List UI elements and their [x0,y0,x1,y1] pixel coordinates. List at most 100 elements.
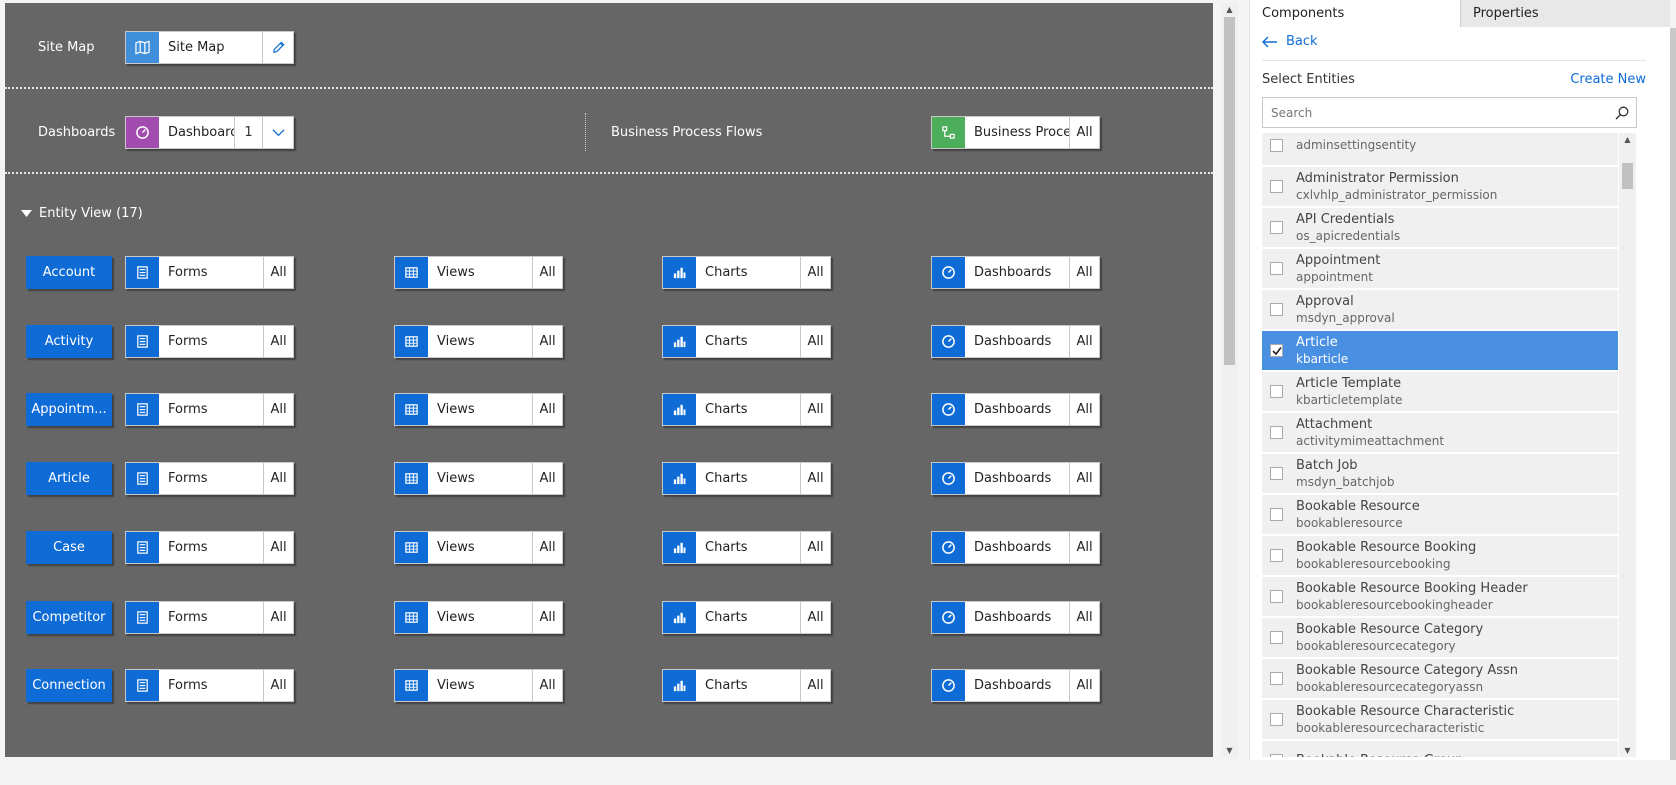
entity-list-item[interactable]: Batch Job msdyn_batchjob [1262,454,1618,495]
scroll-down-icon[interactable]: ▼ [1619,746,1636,755]
views-tile[interactable]: Views All [394,256,563,289]
bpf-tile[interactable]: Business Proces... All [931,116,1100,149]
entity-checkbox[interactable] [1270,754,1283,757]
forms-all[interactable]: All [263,532,293,563]
bpf-all[interactable]: All [1069,117,1099,148]
entity-checkbox[interactable] [1270,549,1283,562]
dashboards-all[interactable]: All [1069,602,1099,633]
entity-checkbox[interactable] [1270,385,1283,398]
dashboards-all[interactable]: All [1069,326,1099,357]
entity-button[interactable]: Activity [26,325,112,358]
charts-tile[interactable]: Charts All [662,325,831,358]
dashboards-tile[interactable]: Dashboards All [931,669,1100,702]
views-all[interactable]: All [532,463,562,494]
views-all[interactable]: All [532,532,562,563]
entity-list-item[interactable]: Bookable Resource Group [1262,741,1618,757]
dashboards-tile[interactable]: Dashboards All [931,256,1100,289]
charts-tile[interactable]: Charts All [662,669,831,702]
dashboards-tile[interactable]: Dashboards All [931,325,1100,358]
entity-checkbox[interactable] [1270,221,1283,234]
charts-tile[interactable]: Charts All [662,462,831,495]
entity-button[interactable]: Article [26,462,112,495]
charts-tile[interactable]: Charts All [662,393,831,426]
entity-list-item[interactable]: Article kbarticle [1262,331,1618,372]
entity-checkbox[interactable] [1270,508,1283,521]
entity-checkbox[interactable] [1270,590,1283,603]
dashboards-all[interactable]: All [1069,463,1099,494]
dashboards-all[interactable]: All [1069,532,1099,563]
dashboards-all[interactable]: All [1069,394,1099,425]
entity-list-scroll-thumb[interactable] [1622,163,1633,189]
entity-checkbox[interactable] [1270,139,1283,152]
charts-tile[interactable]: Charts All [662,601,831,634]
dashboards-expand-button[interactable] [262,117,293,148]
entity-list-item[interactable]: Attachment activitymimeattachment [1262,413,1618,454]
views-tile[interactable]: Views All [394,669,563,702]
entity-button[interactable]: Connection [26,669,112,702]
entity-list-item[interactable]: Bookable Resource Booking bookableresourc… [1262,536,1618,577]
forms-tile[interactable]: Forms All [125,393,294,426]
entity-checkbox[interactable] [1270,180,1283,193]
dashboards-tile[interactable]: Dashboards All [931,393,1100,426]
entity-list-item[interactable]: Bookable Resource Characteristic bookable… [1262,700,1618,741]
entity-checkbox[interactable] [1270,262,1283,275]
site-map-tile[interactable]: Site Map [125,31,294,64]
views-tile[interactable]: Views All [394,393,563,426]
dashboards-all[interactable]: All [1069,670,1099,701]
views-tile[interactable]: Views All [394,531,563,564]
views-tile[interactable]: Views All [394,462,563,495]
entity-checkbox[interactable] [1270,426,1283,439]
charts-all[interactable]: All [800,532,830,563]
search-box[interactable] [1262,97,1637,128]
forms-tile[interactable]: Forms All [125,669,294,702]
entity-list-item[interactable]: API Credentials os_apicredentials [1262,208,1618,249]
tab-properties[interactable]: Properties [1460,0,1670,27]
views-tile[interactable]: Views All [394,601,563,634]
entity-checkbox[interactable] [1270,467,1283,480]
views-all[interactable]: All [532,394,562,425]
dashboards-tile[interactable]: Dashboards All [931,531,1100,564]
entity-list-item[interactable]: Administrator Permission cxlvhlp_administ… [1262,167,1618,208]
scroll-down-icon[interactable]: ▼ [1221,746,1238,755]
charts-all[interactable]: All [800,326,830,357]
back-link[interactable]: Back [1262,34,1318,49]
forms-all[interactable]: All [263,602,293,633]
entity-list-item[interactable]: Bookable Resource Category bookableresour… [1262,618,1618,659]
entity-list-item[interactable]: Bookable Resource Booking Header bookable… [1262,577,1618,618]
tab-components[interactable]: Components [1250,0,1460,27]
entity-list-item[interactable]: Bookable Resource bookableresource [1262,495,1618,536]
forms-tile[interactable]: Forms All [125,325,294,358]
charts-all[interactable]: All [800,257,830,288]
views-all[interactable]: All [532,602,562,633]
charts-all[interactable]: All [800,394,830,425]
entity-checkbox[interactable] [1270,713,1283,726]
forms-all[interactable]: All [263,394,293,425]
entity-button[interactable]: Competitor [26,601,112,634]
views-all[interactable]: All [532,326,562,357]
entity-list-item[interactable]: Appointment appointment [1262,249,1618,290]
forms-tile[interactable]: Forms All [125,462,294,495]
forms-tile[interactable]: Forms All [125,531,294,564]
entity-button[interactable]: Appointm... [26,393,112,426]
dashboards-tile[interactable]: Dashboards 1 [125,116,294,149]
charts-all[interactable]: All [800,602,830,633]
forms-all[interactable]: All [263,670,293,701]
dashboards-all[interactable]: All [1069,257,1099,288]
canvas-scroll-thumb[interactable] [1224,17,1235,365]
entity-checkbox[interactable] [1270,303,1283,316]
entity-list-item[interactable]: Bookable Resource Category Assn bookabler… [1262,659,1618,700]
forms-tile[interactable]: Forms All [125,601,294,634]
search-input[interactable] [1263,105,1608,120]
forms-all[interactable]: All [263,463,293,494]
create-new-link[interactable]: Create New [1570,72,1646,87]
entity-checkbox[interactable] [1270,344,1283,357]
entity-checkbox[interactable] [1270,672,1283,685]
entity-view-toggle[interactable]: Entity View (17) [21,206,143,221]
canvas-scrollbar[interactable]: ▲ ▼ [1221,3,1238,757]
dashboards-tile[interactable]: Dashboards All [931,601,1100,634]
forms-all[interactable]: All [263,326,293,357]
entity-list-item[interactable]: Approval msdyn_approval [1262,290,1618,331]
panel-scrollbar[interactable] [1670,28,1676,760]
search-icon[interactable] [1608,106,1636,120]
views-tile[interactable]: Views All [394,325,563,358]
